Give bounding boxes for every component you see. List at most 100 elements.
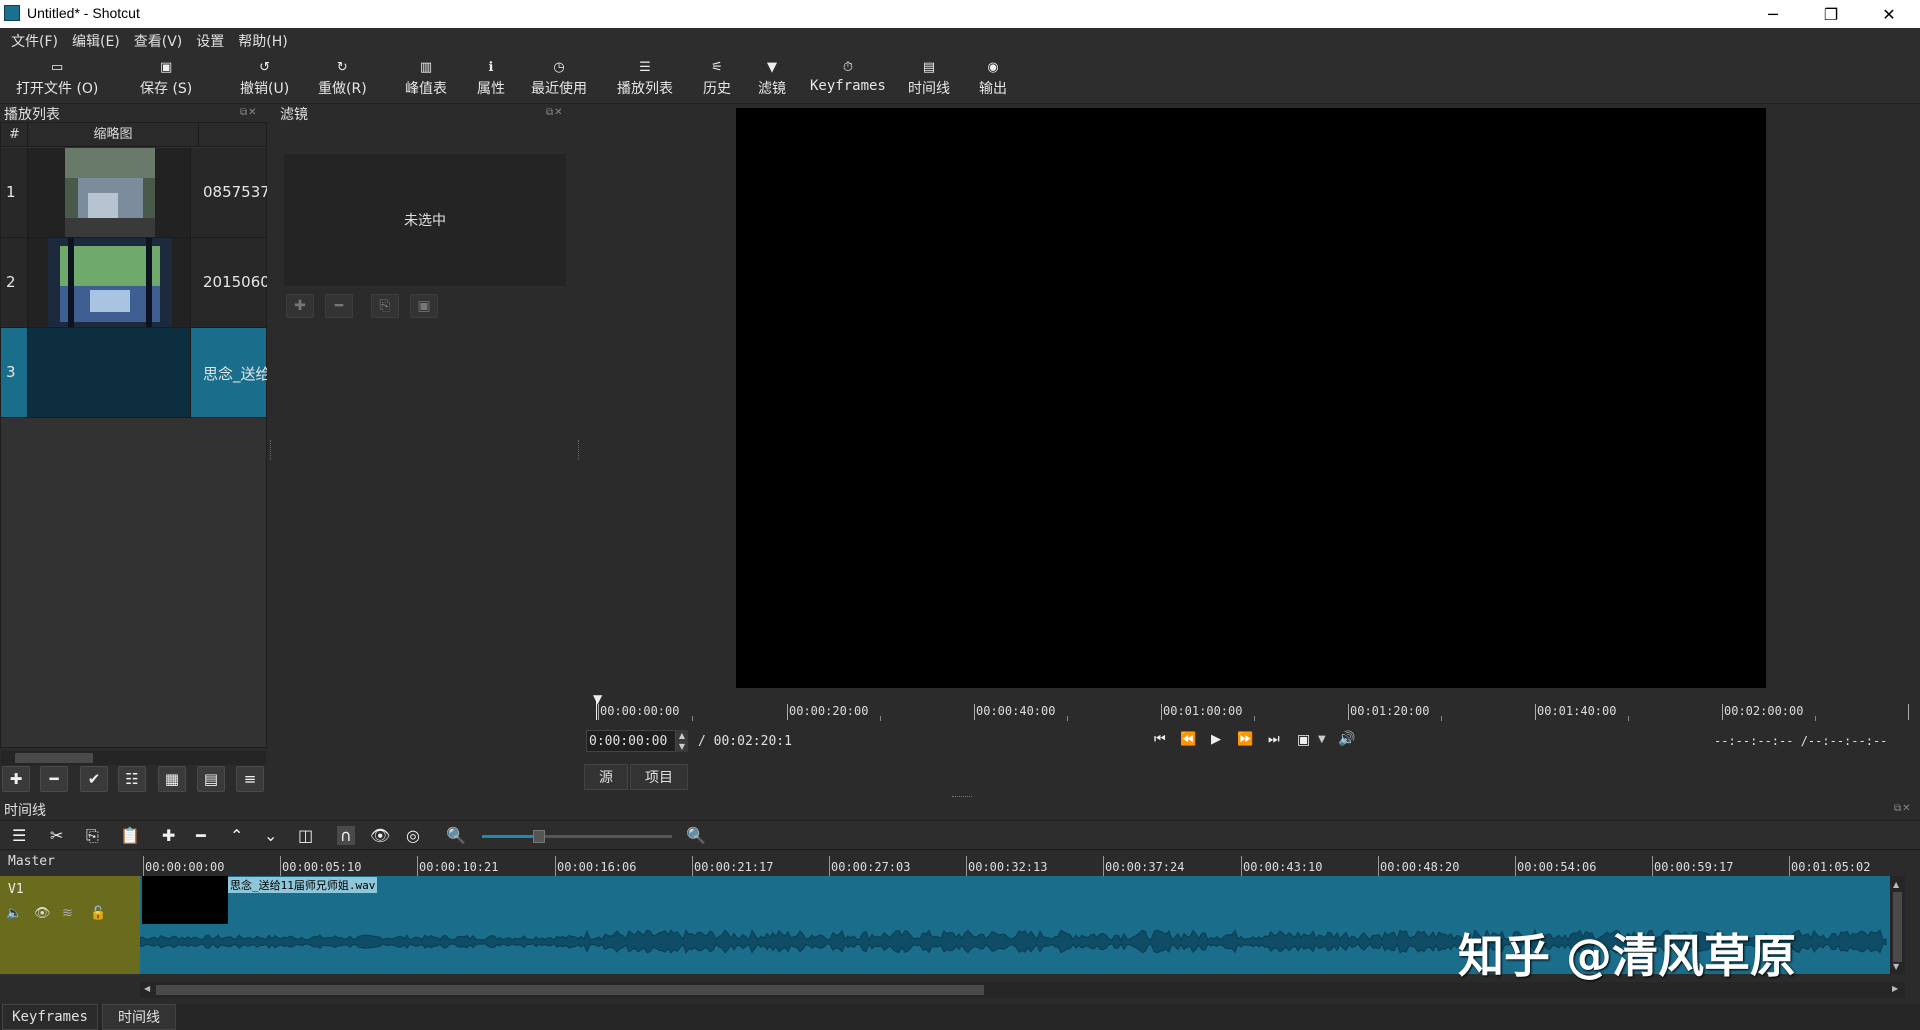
track-header-v1[interactable]: V1 🔈 👁 ≋ 🔓 [0, 876, 140, 974]
filters-dock-buttons[interactable]: ⧉✕ [546, 107, 564, 118]
add-button[interactable]: ✚ [2, 766, 30, 792]
close-button[interactable]: ✕ [1860, 0, 1918, 28]
scrub-icon[interactable]: 👁 [370, 826, 390, 845]
icons-view-button[interactable]: ▦ [158, 766, 186, 792]
eye-icon[interactable]: 👁 [34, 906, 51, 921]
tab-project[interactable]: 项目 [630, 764, 688, 790]
composite-icon[interactable]: ≋ [62, 906, 73, 921]
scroll-right-icon[interactable]: ▶ [1892, 984, 1898, 993]
menu-view[interactable]: 查看(V) [127, 31, 190, 51]
rewind-icon[interactable]: ⏪ [1180, 732, 1196, 747]
playlist-row-selected[interactable]: 3 思念_送给 [1, 328, 267, 418]
undo-button[interactable]: ↺ 撤销(U) [240, 60, 289, 98]
col-thumb-header[interactable]: 缩略图 [27, 123, 199, 147]
skip-previous-icon[interactable]: ⏮ [1154, 732, 1166, 747]
lock-icon[interactable]: 🔓 [90, 906, 106, 921]
fast-forward-icon[interactable]: ⏩ [1237, 732, 1253, 747]
zoom-slider-handle[interactable] [533, 830, 545, 843]
scroll-thumb[interactable] [15, 753, 93, 763]
minimize-button[interactable]: ─ [1744, 0, 1802, 28]
timecode-spinner[interactable]: ▲ ▼ [676, 730, 688, 752]
mute-icon[interactable]: 🔈 [6, 906, 22, 921]
timeline-menu-icon[interactable]: ☰ [12, 826, 26, 845]
save-button[interactable]: ▣ 保存 (S) [140, 60, 192, 98]
export-button[interactable]: ◉ 输出 [979, 60, 1007, 98]
playlist-row[interactable]: 2 2015060 [1, 238, 267, 328]
tab-timeline[interactable]: 时间线 [102, 1004, 176, 1030]
playlist-dock-buttons[interactable]: ⧉✕ [240, 107, 258, 118]
scroll-down-icon[interactable]: ▼ [1893, 962, 1899, 971]
remove-icon[interactable]: ━ [196, 826, 206, 845]
row-number: 1 [6, 183, 16, 201]
redo-button[interactable]: ↻ 重做(R) [318, 60, 367, 98]
zoom-out-icon[interactable]: 🔍 [446, 826, 466, 845]
overwrite-icon[interactable]: ⌄ [264, 826, 277, 845]
cut-icon[interactable]: ✂ [50, 826, 63, 845]
clip-name: 0857537 [203, 183, 267, 201]
timeline-button[interactable]: ▤ 时间线 [908, 60, 950, 98]
ruler-label: 00:00:32:13 [968, 860, 1048, 874]
filters-dock-title: 滤镜 [280, 107, 308, 123]
splitter-handle[interactable] [270, 440, 273, 460]
skip-next-icon[interactable]: ⏭ [1268, 732, 1280, 747]
scroll-up-icon[interactable]: ▲ [1893, 880, 1899, 889]
copy-filter-button[interactable]: ⎘ [371, 294, 399, 318]
playlist-button[interactable]: ☰ 播放列表 [617, 60, 673, 98]
open-file-button[interactable]: ▭ 打开文件 (O) [16, 60, 98, 98]
playlist-hscrollbar[interactable] [1, 751, 266, 765]
peak-meter-button[interactable]: ▥ 峰值表 [405, 60, 447, 98]
details-view-button[interactable]: ☷ [118, 766, 146, 792]
timeline-ruler[interactable]: 00:00:00:00 00:00:05:10 00:00:10:21 00:0… [140, 852, 1920, 876]
timeline-dock-buttons[interactable]: ⧉✕ [1894, 803, 1912, 814]
snap-icon[interactable]: ∩ [337, 826, 355, 845]
scroll-thumb[interactable] [156, 985, 984, 995]
properties-button[interactable]: ℹ 属性 [477, 60, 505, 98]
list-icon: ☰ [639, 60, 651, 75]
tab-keyframes[interactable]: Keyframes [2, 1004, 98, 1030]
filters-button[interactable]: ▼ 滤镜 [758, 60, 786, 98]
recent-button[interactable]: ◷ 最近使用 [531, 60, 587, 98]
viewer-ruler[interactable]: ▼ 00:00:00:00 00:00:20:00 00:00:40:00 00… [590, 690, 1910, 722]
tiles-view-button[interactable]: ▤ [197, 766, 225, 792]
tab-source[interactable]: 源 [584, 764, 628, 790]
split-icon[interactable]: ◫ [298, 826, 313, 845]
zoom-in-icon[interactable]: 🔍 [686, 826, 706, 845]
zoom-fit-icon[interactable]: ▣ [1297, 732, 1310, 748]
col-num-header[interactable]: # [9, 127, 20, 142]
menu-help[interactable]: 帮助(H) [231, 31, 294, 51]
copy-icon[interactable]: ⎘ [86, 826, 99, 846]
playlist-row[interactable]: 1 0857537 [1, 148, 267, 238]
splitter-handle[interactable] [578, 440, 581, 460]
video-viewer[interactable] [736, 108, 1766, 688]
lift-icon[interactable]: ⌃ [230, 826, 243, 845]
timeline-vscrollbar[interactable]: ▲ ▼ [1890, 876, 1905, 974]
maximize-button[interactable]: ❐ [1802, 0, 1860, 28]
splitter-handle[interactable] [952, 796, 972, 798]
remove-button[interactable]: ━ [40, 766, 68, 792]
add-filter-button[interactable]: ✚ [286, 294, 314, 318]
clip-label: 思念_送给11届师兄师姐.wav [228, 877, 378, 893]
export-icon: ◉ [987, 60, 999, 75]
chevron-down-icon[interactable]: ▼ [1318, 734, 1326, 745]
play-icon[interactable]: ▶ [1211, 732, 1221, 747]
menu-settings[interactable]: 设置 [189, 31, 231, 51]
open-icon: ▭ [51, 60, 64, 75]
history-button[interactable]: ⚟ 历史 [703, 60, 731, 98]
menu-edit[interactable]: 编辑(E) [65, 31, 127, 51]
ripple-icon[interactable]: ◎ [406, 826, 420, 845]
scroll-left-icon[interactable]: ◀ [144, 984, 150, 993]
volume-icon[interactable]: 🔊 [1338, 731, 1355, 747]
update-button[interactable]: ✔ [80, 766, 108, 792]
zoom-slider[interactable] [482, 830, 672, 843]
playlist-menu-button[interactable]: ≡ [236, 766, 264, 792]
ruler-label: 00:01:05:02 [1791, 860, 1871, 874]
append-icon[interactable]: ✚ [162, 826, 175, 845]
menu-file[interactable]: 文件(F) [4, 31, 65, 51]
paste-icon[interactable]: 📋 [120, 826, 140, 845]
keyframes-button[interactable]: ⏱ Keyframes [810, 60, 886, 94]
paste-filter-button[interactable]: ▣ [410, 294, 438, 318]
timeline-dock-title: 时间线 [4, 803, 46, 819]
position-timecode[interactable]: 0:00:00:00 [586, 730, 676, 752]
scroll-thumb[interactable] [1893, 892, 1902, 962]
remove-filter-button[interactable]: ━ [325, 294, 353, 318]
